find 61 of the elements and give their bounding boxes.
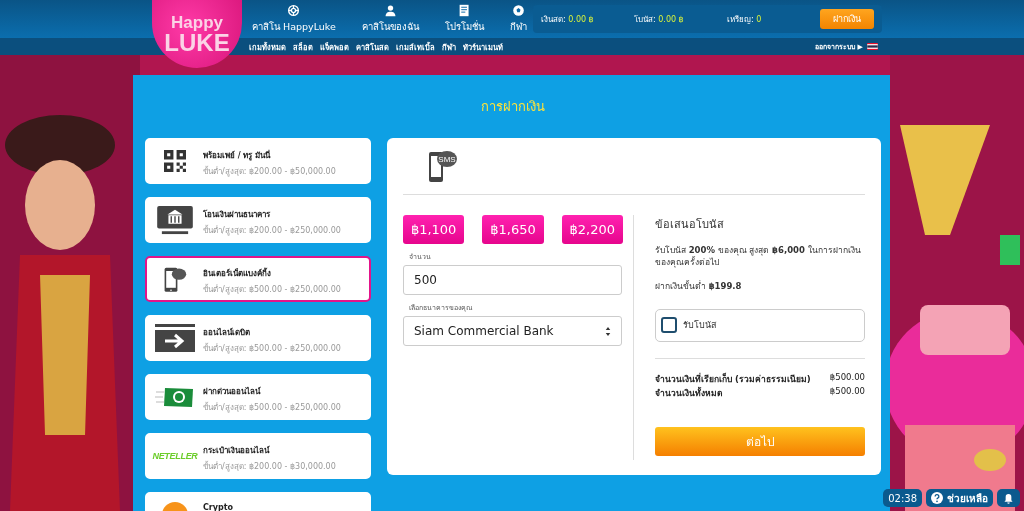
summary-label: จำนวนเงินที่เรียกเก็บ (รวมค่าธรรมเนียม) [655, 371, 811, 386]
bonus-option[interactable]: รับโบนัส [655, 308, 865, 342]
help-button[interactable]: ช่วยเหลือ [926, 489, 993, 507]
method-limits: ขั้นต่ำ/สูงสุด: ฿200.00 - ฿30,000.00 [203, 460, 336, 473]
method-limits: ขั้นต่ำ/สูงสุด: ฿500.00 - ฿250,000.00 [203, 283, 341, 296]
amount-input[interactable]: 500 [403, 265, 622, 295]
method-title: ฝากด่วนออนไลน์ [203, 385, 262, 398]
card-arrow-icon [155, 324, 195, 352]
person-icon [383, 4, 397, 17]
method-title: ออนไลน์เดบิต [203, 326, 251, 339]
method-title: กระเป๋าเงินออนไลน์ [203, 444, 271, 457]
banknote-icon [155, 386, 195, 408]
payment-method-card[interactable]: พร้อมเพย์ / ทรู มันนี่ ขั้นต่ำ/สูงสุด: ฿200.00 - ฿50,000.00 [145, 138, 371, 184]
flag-icon[interactable] [867, 43, 878, 50]
nav-link[interactable]: กีฬา [507, 4, 529, 34]
logo-text: LUKE [164, 30, 230, 55]
bank-select[interactable]: Siam Commercial Bank [403, 316, 622, 346]
bonus-title: ข้อเสนอโบนัส [655, 217, 725, 233]
method-limits: ขั้นต่ำ/สูงสุด: ฿500.00 - ฿250,000.00 [203, 342, 341, 355]
checkbox-label: รับโบนัส [683, 319, 716, 333]
caret-icon [605, 325, 611, 337]
method-title: อินเตอร์เน็ตแบงค์กิ้ง [203, 267, 272, 280]
payment-method-card[interactable]: ฝากด่วนออนไลน์ ขั้นต่ำ/สูงสุด: ฿500.00 - ฿250,000.00 [145, 374, 371, 420]
notification-button[interactable] [997, 489, 1020, 507]
method-title: โอนเงินผ่านธนาคาร [203, 208, 271, 221]
nav-link[interactable]: คาสิโนของฉัน [359, 4, 421, 34]
question-icon [931, 492, 943, 504]
qr-code-icon [164, 150, 186, 172]
nav-link[interactable]: โปรโมชั่น [442, 4, 486, 34]
checkbox[interactable] [661, 317, 677, 334]
brand-logo-text: NETELLER [152, 451, 198, 461]
minimum-deposit-text: ฝากเงินขั้นต่ำ ฿199.8 [655, 280, 743, 293]
payment-method-card[interactable]: NETELLER กระเป๋าเงินออนไลน์ ขั้นต่ำ/สูงสุด: ฿200.00 - ฿30,000.00 [145, 433, 371, 479]
method-limits: ขั้นต่ำ/สูงสุด: ฿500.00 - ฿250,000.00 [203, 401, 341, 414]
bonus-description: รับโบนัส 200% ของคุณ สูงสุด ฿6,000 ในการฝากเงินของคุณครั้งต่อไป [655, 245, 862, 269]
balance-text: เหรียญ: 0 [727, 13, 763, 26]
ball-icon [511, 4, 525, 17]
bank-monitor-icon [156, 205, 194, 235]
wheel-icon [287, 4, 301, 17]
payment-method-card[interactable]: ออนไลน์เดบิต ขั้นต่ำ/สูงสุด: ฿500.00 - ฿250,000.00 [145, 315, 371, 361]
balance-text: เงินสด: 0.00 ฿ [541, 13, 595, 26]
bell-icon [1002, 491, 1015, 505]
page-title: การฝากเงิน [480, 98, 546, 116]
method-title: Crypto [203, 503, 234, 511]
payment-method-card[interactable]: โอนเงินผ่านธนาคาร ขั้นต่ำ/สูงสุด: ฿200.00 - ฿250,000.00 [145, 197, 371, 243]
amount-preset-button[interactable]: ฿2,200 [561, 215, 623, 244]
summary-value: ฿500.00 [829, 385, 865, 398]
payment-method-card[interactable]: Crypto [145, 492, 371, 511]
amount-preset-button[interactable]: ฿1,100 [403, 215, 465, 244]
method-title: พร้อมเพย์ / ทรู มันนี่ [203, 149, 272, 162]
balance-text: โบนัส: 0.00 ฿ [634, 13, 685, 26]
method-limits: ขั้นต่ำ/สูงสุด: ฿200.00 - ฿250,000.00 [203, 224, 341, 237]
method-limits: ขั้นต่ำ/สูงสุด: ฿200.00 - ฿50,000.00 [203, 165, 336, 178]
amount-preset-button[interactable]: ฿1,650 [482, 215, 544, 244]
payment-method-card[interactable]: อินเตอร์เน็ตแบงค์กิ้ง ขั้นต่ำ/สูงสุด: ฿500.00 - ฿250,000.00 [145, 256, 371, 302]
session-timer: 02:38 [883, 489, 922, 507]
document-icon [457, 4, 471, 17]
summary-label: จำนวนเงินทั้งหมด [655, 386, 723, 400]
logo-text: Happy [171, 13, 223, 31]
nav-link[interactable]: คาสิโน HappyLuke [250, 4, 338, 34]
summary-value: ฿500.00 [829, 371, 865, 384]
